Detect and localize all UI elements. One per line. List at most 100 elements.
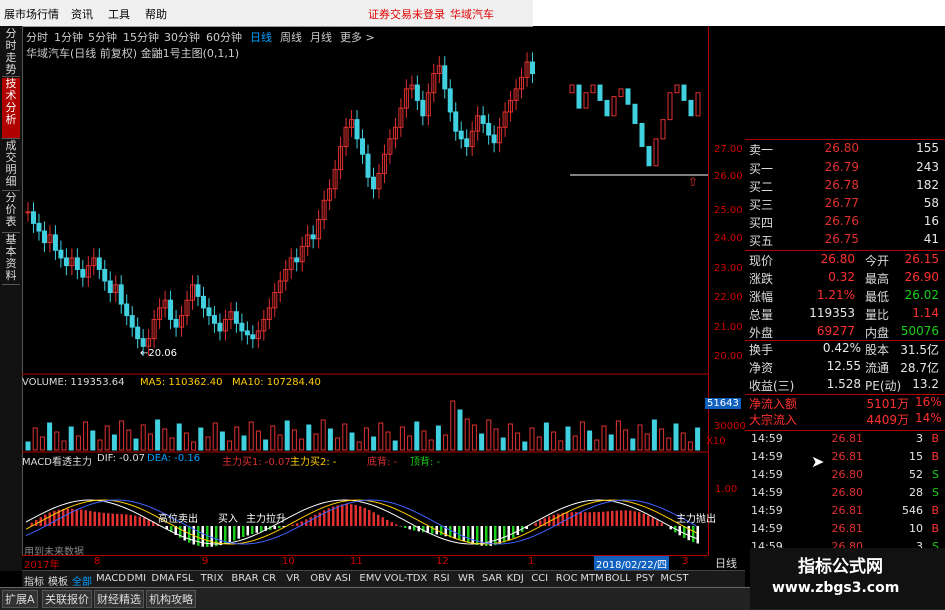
tab-related-quotes[interactable]: 关联报价 bbox=[42, 590, 92, 608]
period-intraday[interactable]: 分时 bbox=[26, 29, 48, 45]
macd-bar bbox=[539, 521, 542, 526]
macd-bar bbox=[76, 509, 79, 526]
indicator-tab[interactable]: OBV bbox=[310, 573, 331, 584]
indicator-tab[interactable]: MCST bbox=[660, 573, 688, 584]
volume-bar bbox=[638, 425, 642, 450]
candle bbox=[130, 316, 134, 328]
volume-bar bbox=[667, 438, 671, 450]
indicator-tab[interactable]: 指标 bbox=[24, 573, 44, 588]
period-30min[interactable]: 30分钟 bbox=[164, 29, 200, 45]
price-tick: 23.00 bbox=[714, 263, 743, 274]
indicator-tab[interactable]: DMI bbox=[127, 573, 146, 584]
macd-bar bbox=[422, 526, 425, 532]
macd-bar bbox=[314, 515, 317, 526]
indicator-tab[interactable]: 模板 bbox=[48, 573, 68, 588]
menu-item-news[interactable]: 资讯 bbox=[71, 6, 93, 22]
macd-bar bbox=[512, 526, 515, 538]
price-tick: 27.00 bbox=[714, 144, 743, 155]
daily-button[interactable]: 日线 bbox=[708, 555, 744, 569]
tab-price-table[interactable]: 分价表 bbox=[2, 192, 20, 233]
candle bbox=[59, 250, 63, 258]
volume-bar bbox=[357, 442, 361, 450]
menu-item-help[interactable]: 帮助 bbox=[145, 6, 167, 22]
indicator-tab[interactable]: EMV bbox=[359, 573, 381, 584]
indicator-tab[interactable]: KDJ bbox=[507, 573, 524, 584]
macd-bar bbox=[337, 505, 340, 526]
divider bbox=[745, 139, 945, 140]
tab-institution[interactable]: 机构攻略 bbox=[146, 590, 196, 608]
current-date-badge: 2018/02/22/四 bbox=[594, 556, 669, 571]
indicator-tab[interactable]: SAR bbox=[482, 573, 502, 584]
quote-stats: 现价 26.80 今开 26.15 涨跌 0.32 最高 26.90 涨幅 1.… bbox=[745, 252, 945, 342]
candle bbox=[141, 339, 145, 347]
period-monthly[interactable]: 月线 bbox=[310, 29, 332, 45]
tab-finance-picks[interactable]: 财经精选 bbox=[94, 590, 144, 608]
macd-bar bbox=[382, 517, 385, 526]
period-15min[interactable]: 15分钟 bbox=[123, 29, 159, 45]
candle bbox=[212, 316, 216, 324]
period-daily[interactable]: 日线 bbox=[250, 29, 272, 45]
tab-trades[interactable]: 成交明细 bbox=[2, 140, 20, 191]
indicator-tab[interactable]: MACD bbox=[96, 573, 126, 584]
macd-bar bbox=[467, 526, 470, 543]
candle bbox=[459, 131, 463, 139]
volume-bar bbox=[660, 429, 664, 450]
volume-bar bbox=[465, 419, 469, 450]
indicator-tab[interactable]: BOLL bbox=[605, 573, 631, 584]
capital-flow: 净流入额 5101万 16% 大宗流入 4409万 14% bbox=[745, 395, 945, 429]
indicator-tab[interactable]: DMA bbox=[151, 573, 174, 584]
indicator-tab[interactable]: CR bbox=[262, 573, 276, 584]
volume-bar bbox=[156, 420, 160, 450]
indicator-tab[interactable]: ASI bbox=[335, 573, 351, 584]
indicator-tab[interactable]: CCI bbox=[531, 573, 548, 584]
macd-bar bbox=[472, 526, 475, 544]
volume-bar bbox=[148, 434, 152, 450]
period-weekly[interactable]: 周线 bbox=[280, 29, 302, 45]
indicator-tab[interactable]: PSY bbox=[636, 573, 655, 584]
price-tick: 26.00 bbox=[714, 171, 743, 182]
volume-ma10: MA10: 107284.40 bbox=[232, 377, 321, 388]
candle bbox=[125, 304, 129, 316]
volume-bar bbox=[69, 427, 73, 450]
macd-bar bbox=[620, 510, 623, 526]
tab-expand-a[interactable]: 扩展A bbox=[2, 590, 38, 608]
tab-basic-info[interactable]: 基本资料 bbox=[2, 234, 20, 285]
macd-bar bbox=[652, 518, 655, 526]
indicator-tab[interactable]: FSL bbox=[176, 573, 194, 584]
indicator-tab[interactable]: TRIX bbox=[201, 573, 224, 584]
indicator-tab[interactable]: 全部 bbox=[72, 573, 92, 588]
macd-bar bbox=[355, 505, 358, 526]
macd-bar bbox=[616, 511, 619, 526]
candle bbox=[584, 93, 588, 108]
menu-item-market[interactable]: 展市场行情 bbox=[4, 6, 59, 22]
volume-bar bbox=[379, 423, 383, 450]
indicator-tab[interactable]: MTM bbox=[580, 573, 603, 584]
menu-item-tools[interactable]: 工具 bbox=[108, 6, 130, 22]
macd-bar bbox=[602, 512, 605, 526]
login-status[interactable]: 证券交易未登录 bbox=[368, 6, 445, 22]
volume-bar bbox=[300, 439, 304, 450]
volume-bar bbox=[170, 438, 174, 450]
tab-technical[interactable]: 技术分析 bbox=[2, 78, 20, 139]
period-5min[interactable]: 5分钟 bbox=[88, 29, 117, 45]
macd-bar bbox=[607, 511, 610, 526]
indicator-tab[interactable]: RSI bbox=[433, 573, 449, 584]
tick-row: 14:5926.813B bbox=[745, 432, 945, 450]
candle bbox=[311, 235, 315, 239]
period-60min[interactable]: 60分钟 bbox=[206, 29, 242, 45]
indicator-tab[interactable]: VR bbox=[286, 573, 300, 584]
watermark-title: 指标公式网 bbox=[798, 552, 883, 577]
indicator-tab[interactable]: WR bbox=[458, 573, 475, 584]
indicator-tab[interactable]: BRAR bbox=[231, 573, 258, 584]
period-1min[interactable]: 1分钟 bbox=[54, 29, 83, 45]
share-stats: 换手 0.42% 股本 31.5亿 净资 12.55 流通 28.7亿 收益(三… bbox=[745, 341, 945, 395]
indicator-tab[interactable]: ROC bbox=[556, 573, 578, 584]
indicator-tab[interactable]: VOL-TDX bbox=[384, 573, 427, 584]
candle bbox=[668, 93, 672, 120]
tab-intraday[interactable]: 分时走势 bbox=[2, 28, 20, 77]
macd-bar bbox=[359, 506, 362, 526]
volume-bar bbox=[415, 422, 419, 450]
kline-chart[interactable]: ←20.06 ⇧ bbox=[22, 44, 708, 555]
price-tick: 22.00 bbox=[714, 292, 743, 303]
period-more[interactable]: 更多 > bbox=[340, 29, 375, 45]
